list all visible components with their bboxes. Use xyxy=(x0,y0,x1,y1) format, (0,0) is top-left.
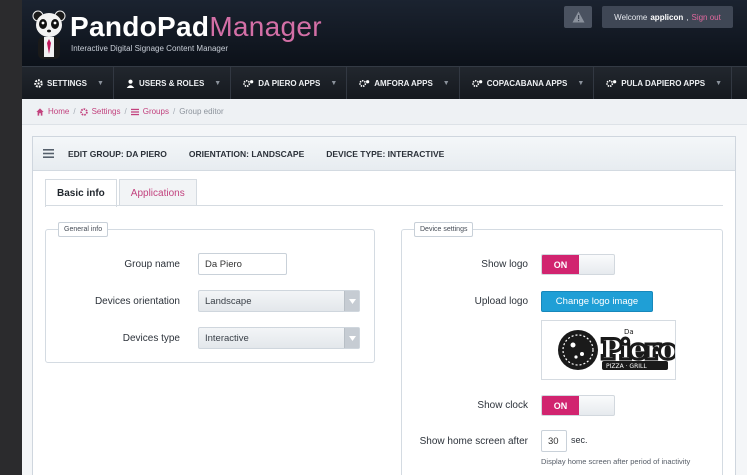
caret-down-icon: ▼ xyxy=(442,79,450,87)
show-clock-label: Show clock xyxy=(477,400,528,411)
tab-basic-info[interactable]: Basic info xyxy=(45,179,117,207)
nav-item-copacabana-apps[interactable]: COPACABANA APPS ▼ xyxy=(460,66,595,100)
home-screen-seconds-input[interactable]: 30 xyxy=(541,430,567,452)
welcome-box: Welcome applicon, Sign out xyxy=(602,6,733,28)
show-logo-toggle[interactable]: ON xyxy=(541,254,615,275)
alerts-button[interactable] xyxy=(564,6,592,28)
caret-down-icon: ▼ xyxy=(97,79,104,87)
tab-applications[interactable]: Applications xyxy=(118,179,197,206)
nav-item-amfora-apps[interactable]: AMFORA APPS ▼ xyxy=(347,66,460,100)
panel-header: EDIT GROUP: DA PIERO ORIENTATION: LANDSC… xyxy=(33,137,735,171)
devices-type-select[interactable]: Interactive xyxy=(198,327,360,349)
breadcrumb: Home / Settings / Groups / Group editor xyxy=(22,99,747,125)
da-piero-logo: Piero Piero Da PIZZA · GRILL xyxy=(558,328,679,370)
select-value: Interactive xyxy=(205,332,249,344)
show-logo-label: Show logo xyxy=(481,259,528,270)
toggle-on-state: ON xyxy=(542,396,579,415)
caret-down-icon: ▼ xyxy=(715,79,723,87)
upload-logo-label: Upload logo xyxy=(474,296,528,307)
breadcrumb-home[interactable]: Home xyxy=(48,107,69,116)
logo-bottom-text: PIZZA · GRILL xyxy=(606,363,647,370)
logo-preview: Piero Piero Da PIZZA · GRILL xyxy=(541,320,679,380)
chevron-down-icon xyxy=(344,291,359,311)
brand-subtitle: Interactive Digital Signage Content Mana… xyxy=(71,44,228,53)
device-type-heading: DEVICE TYPE: INTERACTIVE xyxy=(326,148,445,159)
username: applicon xyxy=(650,12,684,22)
chevron-down-icon xyxy=(344,328,359,348)
panda-mascot-icon xyxy=(32,10,66,59)
cogs-icon xyxy=(359,79,370,87)
caret-down-icon: ▼ xyxy=(214,79,222,87)
cogs-icon xyxy=(243,79,254,87)
caret-down-icon: ▼ xyxy=(330,79,338,87)
orientation-heading: ORIENTATION: LANDSCAPE xyxy=(188,148,305,159)
nav-label: COPACABANA APPS xyxy=(486,78,568,88)
breadcrumb-groups[interactable]: Groups xyxy=(143,107,169,116)
logo-top-text: Da xyxy=(624,328,634,336)
warning-icon xyxy=(572,11,584,23)
group-name-input[interactable]: Da Piero xyxy=(198,253,287,275)
general-info-legend: General info xyxy=(58,222,109,237)
breadcrumb-current: Group editor xyxy=(179,107,224,116)
nav-label: SETTINGS xyxy=(47,78,88,88)
device-settings-fieldset: Device settings Show logo ON Upload logo… xyxy=(401,222,723,475)
tab-divider xyxy=(45,205,723,206)
brand-title: PandoPadManager xyxy=(70,11,322,42)
welcome-text: Welcome xyxy=(614,12,648,22)
show-clock-toggle[interactable]: ON xyxy=(541,395,615,416)
edit-group-heading: EDIT GROUP: DA PIERO xyxy=(68,148,167,159)
change-logo-button[interactable]: Change logo image xyxy=(541,291,653,312)
logo-main-text: Piero xyxy=(602,335,675,364)
list-icon xyxy=(43,149,54,158)
breadcrumb-separator: / xyxy=(124,107,127,116)
gear-icon xyxy=(79,107,88,116)
gear-icon xyxy=(34,78,43,88)
toggle-on-state: ON xyxy=(542,255,579,274)
nav-label: USERS & ROLES xyxy=(138,78,205,88)
caret-down-icon: ▼ xyxy=(577,79,585,87)
sign-out-link[interactable]: Sign out xyxy=(691,13,720,22)
user-icon xyxy=(126,79,135,88)
app-header: PandoPadManager Interactive Digital Sign… xyxy=(22,0,747,66)
group-editor-panel: EDIT GROUP: DA PIERO ORIENTATION: LANDSC… xyxy=(32,136,736,475)
nav-item-da-piero-apps[interactable]: DA PIERO APPS ▼ xyxy=(231,66,348,100)
devices-type-label: Devices type xyxy=(122,333,180,344)
general-info-fieldset: General info Group name Da Piero Devices… xyxy=(45,222,375,363)
app-frame: PandoPadManager Interactive Digital Sign… xyxy=(22,0,747,475)
device-settings-legend: Device settings xyxy=(414,222,474,237)
home-screen-help-text: Display home screen after period of inac… xyxy=(541,457,691,466)
group-name-label: Group name xyxy=(124,259,180,270)
nav-label: DA PIERO APPS xyxy=(258,78,321,88)
devices-orientation-select[interactable]: Landscape xyxy=(198,290,360,312)
devices-orientation-label: Devices orientation xyxy=(94,296,180,307)
tab-bar: Basic info Applications xyxy=(45,179,199,207)
cogs-icon xyxy=(471,79,483,87)
nav-item-settings[interactable]: SETTINGS ▼ xyxy=(22,66,114,100)
nav-label: AMFORA APPS xyxy=(374,78,433,88)
cogs-icon xyxy=(606,79,617,87)
home-icon xyxy=(36,107,44,116)
main-nav: SETTINGS ▼ USERS & ROLES ▼ DA PIERO APPS ▼ … xyxy=(22,66,747,100)
breadcrumb-separator: / xyxy=(73,107,76,116)
nav-item-users-roles[interactable]: USERS & ROLES ▼ xyxy=(114,66,232,100)
home-screen-label: Show home screen after xyxy=(419,436,528,447)
breadcrumb-settings[interactable]: Settings xyxy=(92,107,121,116)
select-value: Landscape xyxy=(205,295,252,307)
home-screen-unit: sec. xyxy=(571,435,588,445)
nav-item-pula-dapiero-apps[interactable]: PULA DAPIERO APPS ▼ xyxy=(594,66,733,100)
list-icon xyxy=(130,108,139,115)
nav-label: PULA DAPIERO APPS xyxy=(621,78,706,88)
breadcrumb-separator: / xyxy=(172,107,176,116)
